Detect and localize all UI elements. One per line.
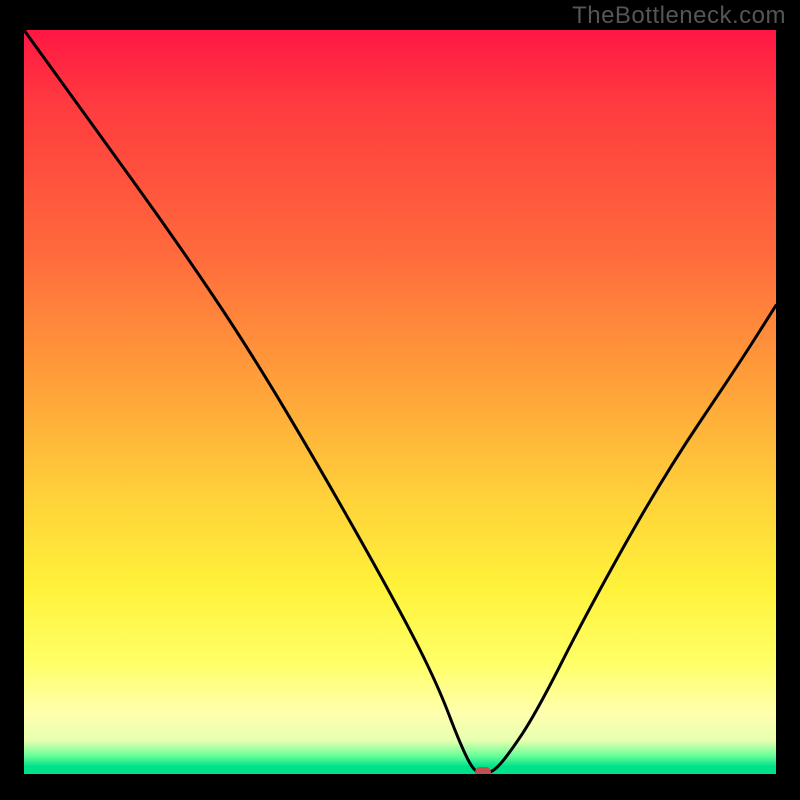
chart-stage: TheBottleneck.com (0, 0, 800, 800)
curve-path (24, 30, 776, 774)
watermark-text: TheBottleneck.com (572, 2, 786, 30)
optimal-marker (475, 767, 491, 774)
plot-area (24, 30, 776, 774)
bottleneck-curve (24, 30, 776, 774)
